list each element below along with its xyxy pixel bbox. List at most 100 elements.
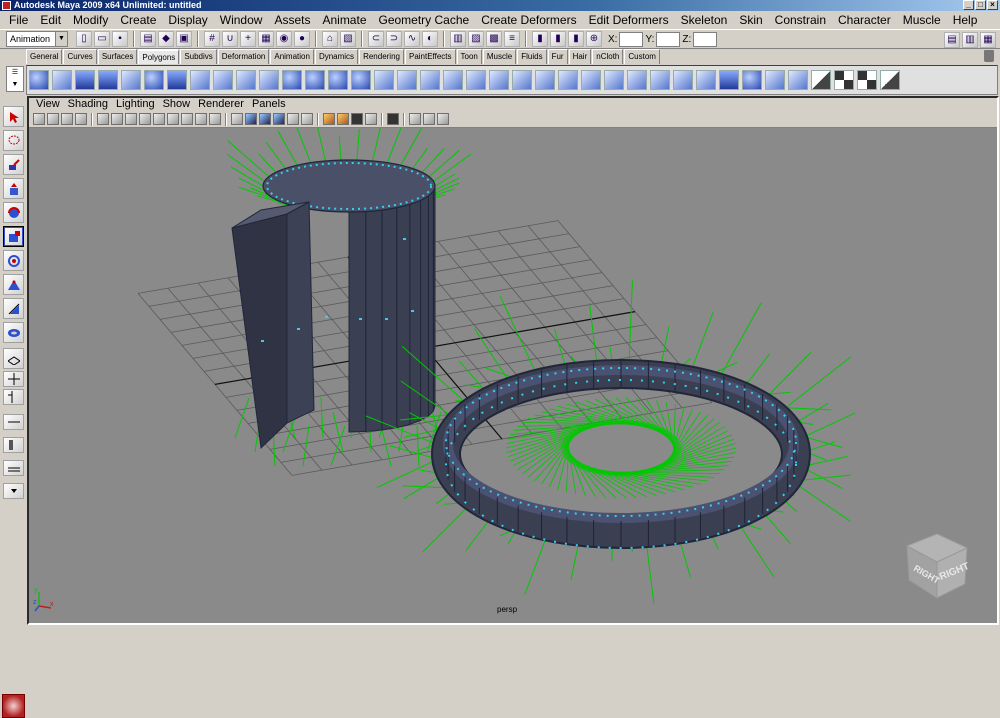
select-tool-button[interactable] bbox=[3, 106, 24, 127]
merge-icon[interactable] bbox=[535, 70, 555, 90]
menu-muscle[interactable]: Muscle bbox=[897, 13, 947, 27]
select-camera-icon[interactable] bbox=[33, 113, 45, 125]
chevron-down-icon[interactable]: ▼ bbox=[55, 32, 67, 46]
flat-shade-icon[interactable] bbox=[273, 113, 285, 125]
split-icon[interactable] bbox=[443, 70, 463, 90]
menu-assets[interactable]: Assets bbox=[268, 13, 316, 27]
shelf-tab-fluids[interactable]: Fluids bbox=[517, 49, 546, 64]
menu-set-select[interactable]: Animation ▼ bbox=[6, 31, 68, 47]
shelf-tab-general[interactable]: General bbox=[26, 49, 62, 64]
spherical-map-icon[interactable] bbox=[742, 70, 762, 90]
menu-help[interactable]: Help bbox=[947, 13, 984, 27]
persp-outliner-layout-button[interactable] bbox=[3, 389, 24, 405]
two-d-pan-zoom-icon[interactable] bbox=[97, 113, 109, 125]
collapse-icon[interactable] bbox=[558, 70, 578, 90]
shelf-tab-muscle[interactable]: Muscle bbox=[483, 49, 516, 64]
poly-plane-icon[interactable] bbox=[121, 70, 141, 90]
menu-window[interactable]: Window bbox=[214, 13, 269, 27]
isolate-select-icon[interactable] bbox=[387, 113, 399, 125]
safe-title-icon[interactable] bbox=[209, 113, 221, 125]
camera-attributes-icon[interactable] bbox=[47, 113, 59, 125]
open-scene-icon[interactable]: ▭ bbox=[94, 31, 110, 47]
scene-canvas[interactable] bbox=[29, 128, 997, 623]
grease-pencil-icon[interactable] bbox=[111, 113, 123, 125]
menu-animate[interactable]: Animate bbox=[316, 13, 372, 27]
paint-select-tool-button[interactable] bbox=[3, 154, 24, 175]
last-tool-button[interactable] bbox=[3, 322, 24, 343]
render-icon[interactable]: ◐ bbox=[422, 31, 438, 47]
smooth-icon[interactable] bbox=[282, 70, 302, 90]
maximize-button[interactable]: □ bbox=[975, 0, 986, 10]
extract-icon[interactable] bbox=[259, 70, 279, 90]
trash-icon[interactable] bbox=[984, 50, 994, 62]
magnet-icon[interactable]: ● bbox=[294, 31, 310, 47]
menu-create-deformers[interactable]: Create Deformers bbox=[475, 13, 582, 27]
close-button[interactable]: × bbox=[987, 0, 998, 10]
snap-grid-icon[interactable]: # bbox=[204, 31, 220, 47]
poke-icon[interactable] bbox=[650, 70, 670, 90]
insert-edge-loop-icon[interactable] bbox=[466, 70, 486, 90]
menu-character[interactable]: Character bbox=[832, 13, 897, 27]
film-gate-icon[interactable] bbox=[139, 113, 151, 125]
snap-curve-icon[interactable]: ∪ bbox=[222, 31, 238, 47]
lasso-tool-button[interactable] bbox=[3, 130, 24, 151]
y-field[interactable] bbox=[656, 32, 680, 47]
smooth-shade-selected-icon[interactable] bbox=[259, 113, 271, 125]
gate-mask-icon[interactable] bbox=[167, 113, 179, 125]
shelf-tab-rendering[interactable]: Rendering bbox=[359, 49, 404, 64]
menu-geometry-cache[interactable]: Geometry Cache bbox=[373, 13, 476, 27]
panel-menu-renderer[interactable]: Renderer bbox=[194, 98, 248, 110]
resolution-gate-icon[interactable] bbox=[153, 113, 165, 125]
scale-tool-button[interactable] bbox=[3, 226, 24, 247]
poly-torus-icon[interactable] bbox=[144, 70, 164, 90]
shelf-tab-subdivs[interactable]: Subdivs bbox=[180, 49, 216, 64]
shelf-tab-hair[interactable]: Hair bbox=[569, 49, 592, 64]
panel-menu-view[interactable]: View bbox=[32, 98, 64, 110]
perspective-viewport[interactable]: y x z persp RIGHT RIGHT bbox=[29, 128, 997, 623]
smooth-shade-all-icon[interactable] bbox=[245, 113, 257, 125]
shadows-icon[interactable] bbox=[351, 113, 363, 125]
panel-menu-show[interactable]: Show bbox=[159, 98, 195, 110]
poly-cube-icon[interactable] bbox=[52, 70, 72, 90]
show-manipulator-button[interactable] bbox=[3, 298, 24, 319]
snap-point-icon[interactable]: + bbox=[240, 31, 256, 47]
poly-cylinder-icon[interactable] bbox=[75, 70, 95, 90]
menu-edit[interactable]: Edit bbox=[34, 13, 67, 27]
checker-2-icon[interactable] bbox=[834, 70, 854, 90]
mirror-icon[interactable] bbox=[374, 70, 394, 90]
extrude-icon[interactable] bbox=[489, 70, 509, 90]
soft-mod-tool-button[interactable] bbox=[3, 274, 24, 295]
image-plane-icon[interactable] bbox=[75, 113, 87, 125]
persp-trax-layout-button[interactable] bbox=[3, 460, 24, 476]
construction-history-icon[interactable]: ∿ bbox=[404, 31, 420, 47]
normals-icon[interactable] bbox=[437, 113, 449, 125]
ipr-render-icon[interactable]: ▩ bbox=[486, 31, 502, 47]
new-scene-icon[interactable]: ▯ bbox=[76, 31, 92, 47]
view-cube[interactable]: RIGHT RIGHT bbox=[901, 526, 971, 602]
shelf-menu[interactable]: ☰ ▼ bbox=[6, 66, 24, 92]
texture-icon[interactable] bbox=[423, 113, 435, 125]
bounding-box-icon[interactable] bbox=[287, 113, 299, 125]
shelf-tab-animation[interactable]: Animation bbox=[270, 49, 314, 64]
hypershade-layout-button[interactable] bbox=[3, 437, 24, 453]
render-settings-icon[interactable]: ≡ bbox=[504, 31, 520, 47]
output-ops-icon[interactable]: ⊃ bbox=[386, 31, 402, 47]
panel-menu-panels[interactable]: Panels bbox=[248, 98, 290, 110]
all-lights-icon[interactable] bbox=[337, 113, 349, 125]
make-live-icon[interactable]: ◉ bbox=[276, 31, 292, 47]
chamfer-icon[interactable] bbox=[673, 70, 693, 90]
clapper-3-icon[interactable]: ▮ bbox=[568, 31, 584, 47]
planar-map-icon[interactable] bbox=[696, 70, 716, 90]
boolean-intersection-icon[interactable] bbox=[351, 70, 371, 90]
shelf-tab-ncloth[interactable]: nCloth bbox=[592, 49, 623, 64]
menu-skeleton[interactable]: Skeleton bbox=[675, 13, 734, 27]
append-icon[interactable] bbox=[420, 70, 440, 90]
x-field[interactable] bbox=[619, 32, 643, 47]
shelf-tab-custom[interactable]: Custom bbox=[624, 49, 660, 64]
cut-faces-icon[interactable] bbox=[604, 70, 624, 90]
delete-edge-icon[interactable] bbox=[581, 70, 601, 90]
select-by-component-icon[interactable]: ▣ bbox=[176, 31, 192, 47]
z-field[interactable] bbox=[693, 32, 717, 47]
shelf-tab-fur[interactable]: Fur bbox=[548, 49, 568, 64]
checker-icon[interactable] bbox=[811, 70, 831, 90]
